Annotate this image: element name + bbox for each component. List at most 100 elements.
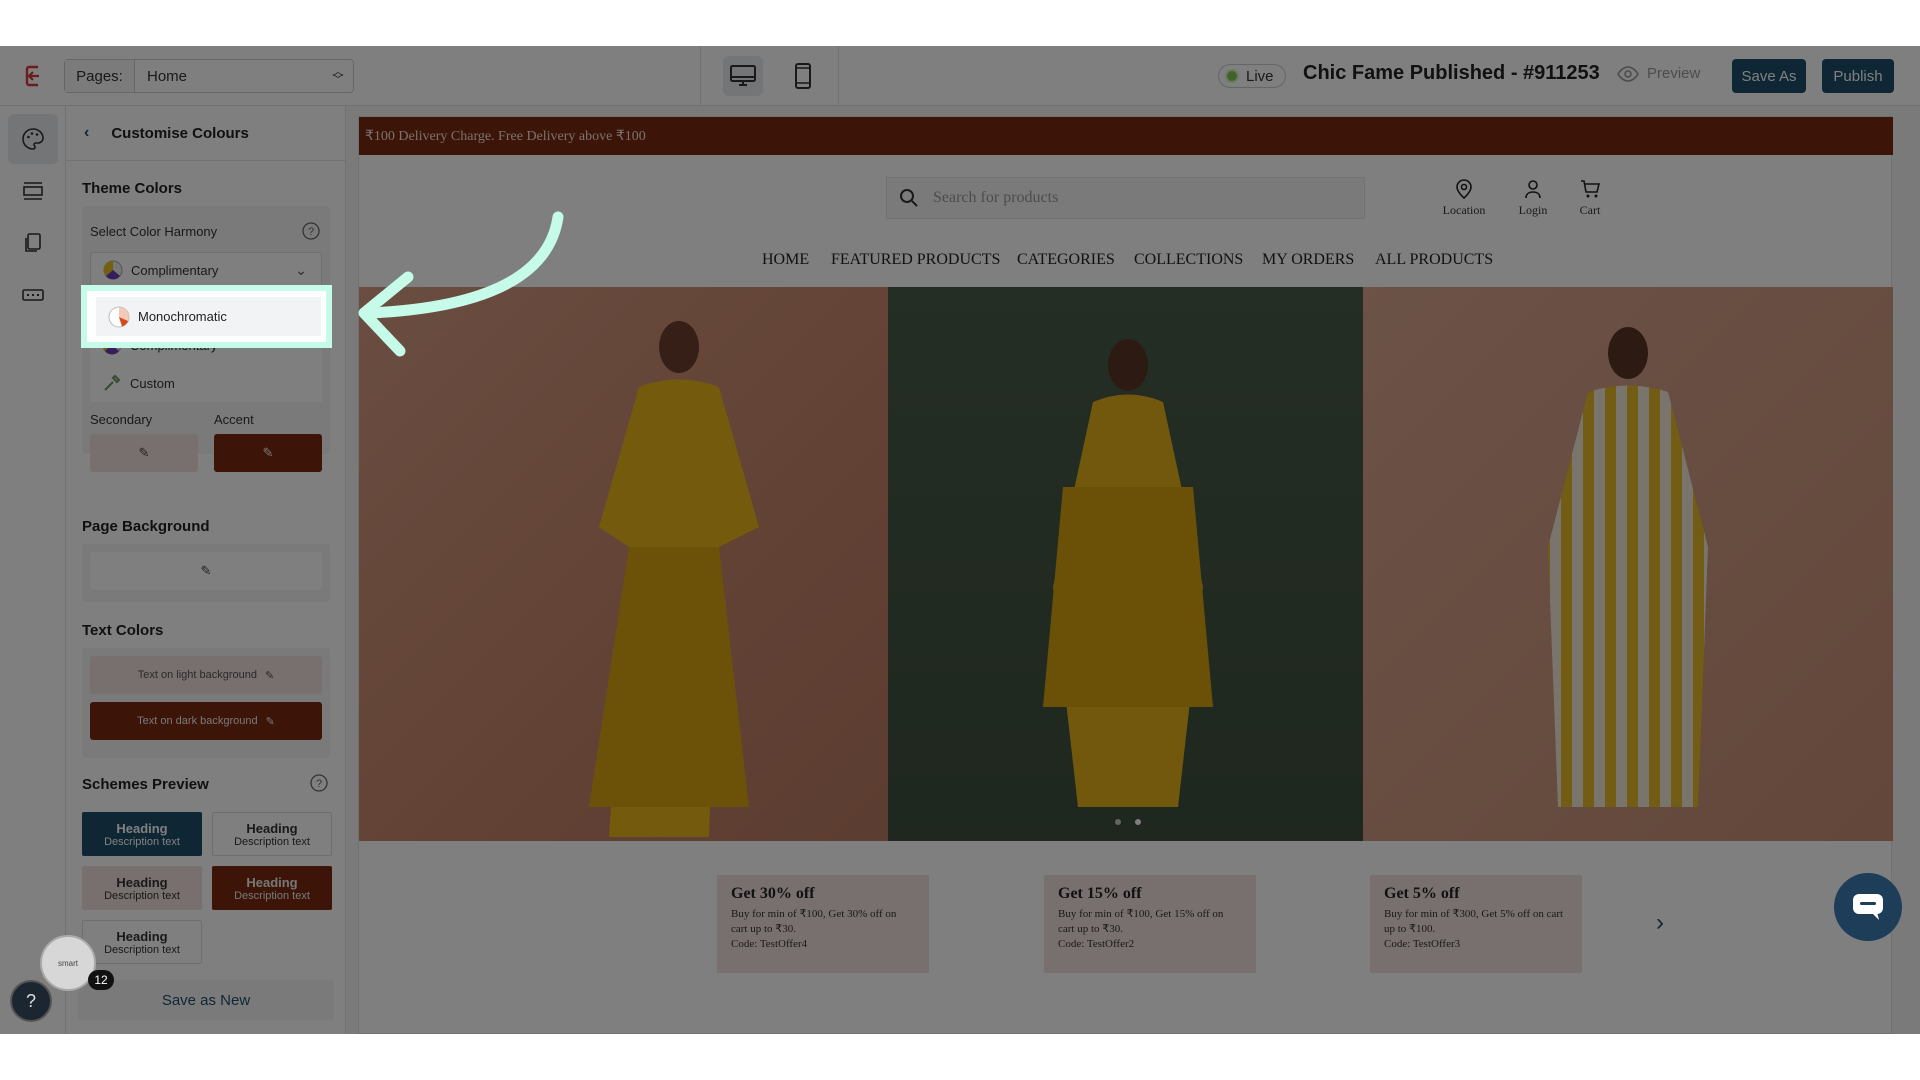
scheme-card-light[interactable]: Heading Description text (212, 812, 332, 856)
divider (700, 46, 701, 106)
text-dark-swatch[interactable]: Text on dark background ✎ (90, 702, 322, 740)
offer-title: Get 5% off (1384, 885, 1460, 902)
scheme-desc: Description text (234, 889, 310, 902)
live-label: Live (1246, 67, 1274, 85)
published-title: Chic Fame Published - #911253 (1303, 62, 1600, 84)
login-link[interactable]: Login (1503, 179, 1563, 218)
nav-home[interactable]: HOME (762, 251, 809, 269)
cart-link[interactable]: Cart (1560, 179, 1620, 218)
scheme-card-secondary[interactable]: Heading Description text (82, 866, 202, 910)
location-label: Location (1442, 203, 1486, 217)
offer-desc: Buy for min of ₹100, Get 15% off on cart… (1058, 908, 1224, 935)
eye-icon (1617, 65, 1639, 82)
page-background-swatch[interactable]: ✎ (90, 552, 322, 590)
model-figure-image (1043, 339, 1213, 825)
rail-more-button[interactable] (8, 270, 58, 320)
pencil-icon: ✎ (265, 715, 275, 728)
svg-text:?: ? (308, 226, 314, 238)
offer-code: Code: TestOffer3 (1384, 938, 1461, 950)
live-status-badge: Live (1218, 64, 1286, 88)
scheme-card-primary[interactable]: Heading Description text (82, 812, 202, 856)
pages-select[interactable]: Pages: Home ︿ ﹀ (64, 59, 354, 93)
chevron-down-icon: ⌄ (295, 261, 307, 278)
location-link[interactable]: Location (1434, 179, 1494, 218)
rail-pages-button[interactable] (8, 218, 58, 268)
nav-my-orders[interactable]: MY ORDERS (1262, 251, 1354, 269)
nav-categories[interactable]: CATEGORIES (1017, 251, 1115, 269)
editor-app: Pages: Home ︿ ﹀ Live Chic Fame Published … (0, 46, 1920, 1034)
secondary-color-swatch[interactable]: ✎ (90, 434, 198, 472)
save-as-new-button[interactable]: Save as New (78, 980, 334, 1020)
desktop-view-button[interactable] (723, 56, 763, 96)
scheme-card-accent[interactable]: Heading Description text (212, 866, 332, 910)
hero-banner[interactable] (359, 287, 1893, 841)
help-question-icon: ? (25, 990, 36, 1011)
rail-sections-button[interactable] (8, 166, 58, 216)
text-light-swatch[interactable]: Text on light background ✎ (90, 656, 322, 694)
svg-text:?: ? (316, 778, 322, 790)
offer-desc: Buy for min of ₹300, Get 5% off on cart … (1384, 908, 1564, 935)
offer-card[interactable]: Get 30% off Buy for min of ₹100, Get 30%… (717, 875, 929, 973)
scheme-heading: Heading (246, 874, 298, 890)
pages-label: Pages: (65, 60, 135, 92)
store-preview-canvas: ₹100 Delivery Charge. Free Delivery abov… (358, 116, 1893, 1034)
cart-icon (1581, 180, 1600, 198)
secondary-label: Secondary (90, 412, 153, 427)
schemes-preview-title: Schemes Preview (82, 776, 209, 793)
hero-image-3 (1363, 287, 1893, 841)
offer-card[interactable]: Get 15% off Buy for min of ₹100, Get 15%… (1044, 875, 1256, 973)
preview-label: Preview (1647, 65, 1701, 82)
hero-image-2 (888, 287, 1363, 841)
accent-color-swatch[interactable]: ✎ (214, 434, 322, 472)
search-icon (900, 189, 918, 207)
monochromatic-option-row[interactable]: Monochromatic (96, 297, 321, 336)
scheme-card-white[interactable]: Heading Description text (82, 920, 202, 964)
scheme-desc: Description text (104, 889, 180, 902)
help-circle-icon[interactable]: ? (310, 774, 328, 792)
help-button[interactable]: ? (10, 980, 52, 1022)
scheme-desc: Description text (104, 943, 180, 956)
mobile-view-button[interactable] (783, 56, 823, 96)
divider (838, 46, 839, 106)
login-label: Login (1518, 203, 1548, 217)
desktop-icon (730, 65, 756, 86)
keyboard-icon (22, 289, 44, 301)
user-icon (1525, 180, 1541, 199)
page-background-title: Page Background (82, 518, 210, 535)
updown-icon: ︿ ﹀ (332, 66, 344, 86)
harmony-dropdown[interactable]: Complimentary ⌄ (90, 252, 322, 288)
nav-featured-products[interactable]: FEATURED PRODUCTS (831, 251, 1000, 269)
scheme-heading: Heading (246, 820, 298, 836)
chat-button[interactable] (1834, 873, 1902, 941)
offer-card[interactable]: Get 5% off Buy for min of ₹300, Get 5% o… (1370, 875, 1582, 973)
theme-colors-title: Theme Colors (82, 180, 183, 197)
nav-collections[interactable]: COLLECTIONS (1134, 251, 1243, 269)
harmony-option-custom[interactable]: Custom (90, 364, 322, 402)
left-rail (0, 106, 66, 1034)
eyedropper-icon (104, 374, 121, 391)
publish-button[interactable]: Publish (1822, 59, 1894, 93)
panel-title: Customise Colours (111, 124, 249, 142)
back-chevron-icon[interactable]: ‹ (84, 124, 89, 142)
cart-label: Cart (1579, 203, 1601, 217)
option-label: Custom (130, 375, 175, 391)
save-as-button[interactable]: Save As (1732, 59, 1806, 93)
complimentary-icon (103, 260, 123, 280)
pencil-icon: ✎ (200, 563, 212, 578)
chevron-right-icon[interactable]: › (1656, 909, 1664, 937)
harmony-selected: Complimentary (131, 262, 219, 278)
preview-button[interactable]: Preview (1617, 65, 1700, 82)
pencil-icon: ✎ (262, 445, 274, 460)
location-pin-icon (1456, 179, 1472, 199)
mobile-icon (795, 63, 811, 89)
highlighted-monochromatic-option[interactable]: Monochromatic (81, 285, 332, 348)
help-circle-icon[interactable]: ? (302, 222, 320, 240)
offer-code: Code: TestOffer2 (1058, 938, 1135, 950)
nav-all-products[interactable]: ALL PRODUCTS (1375, 251, 1493, 269)
app-logo-icon[interactable] (22, 64, 46, 88)
search-placeholder: Search for products (933, 189, 1059, 206)
customise-colours-panel: ‹ Customise Colours Theme Colors Select … (66, 106, 346, 1034)
rail-colors-button[interactable] (8, 114, 58, 164)
store-search-input[interactable]: Search for products (886, 177, 1365, 219)
scheme-desc: Description text (234, 835, 310, 848)
